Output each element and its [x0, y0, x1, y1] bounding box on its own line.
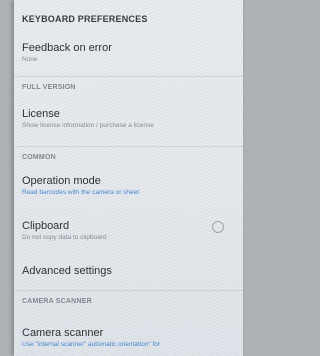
clipboard-toggle[interactable] [212, 221, 224, 233]
pref-title: Feedback on error [22, 42, 112, 54]
settings-screen: KEYBOARD PREFERENCES Feedback on error N… [14, 0, 243, 356]
pref-clipboard[interactable]: Clipboard Do not copy data to clipboard [22, 220, 207, 242]
section-common: COMMON [22, 154, 56, 161]
pref-title: Operation mode [22, 175, 101, 187]
divider [14, 76, 243, 77]
section-camera-scanner: CAMERA SCANNER [22, 298, 92, 305]
pref-license[interactable]: License Show license information / purch… [22, 108, 222, 130]
pref-summary: Show license information / purchase a li… [22, 122, 154, 129]
pref-title: Clipboard [22, 220, 70, 232]
pref-summary: Read barcodes with the camera or sheet [22, 189, 140, 196]
pref-summary: Use "internal scanner" automatic orienta… [22, 341, 161, 348]
pref-title: Camera scanner [22, 327, 104, 339]
pref-summary: Do not copy data to clipboard [22, 234, 107, 241]
pref-camera-scanner[interactable]: Camera scanner Use "internal scanner" au… [22, 327, 222, 349]
divider [14, 146, 243, 147]
pref-operation-mode[interactable]: Operation mode Read barcodes with the ca… [22, 175, 222, 197]
divider [14, 290, 243, 291]
pref-feedback-on-error[interactable]: Feedback on error None [22, 42, 222, 64]
pref-title: Advanced settings [22, 265, 112, 277]
section-full-version: FULL VERSION [22, 84, 76, 91]
section-keyboard-preferences: KEYBOARD PREFERENCES [22, 14, 148, 24]
pref-advanced-settings[interactable]: Advanced settings [22, 265, 222, 278]
pref-summary: None [22, 56, 38, 63]
pref-title: License [22, 108, 60, 120]
